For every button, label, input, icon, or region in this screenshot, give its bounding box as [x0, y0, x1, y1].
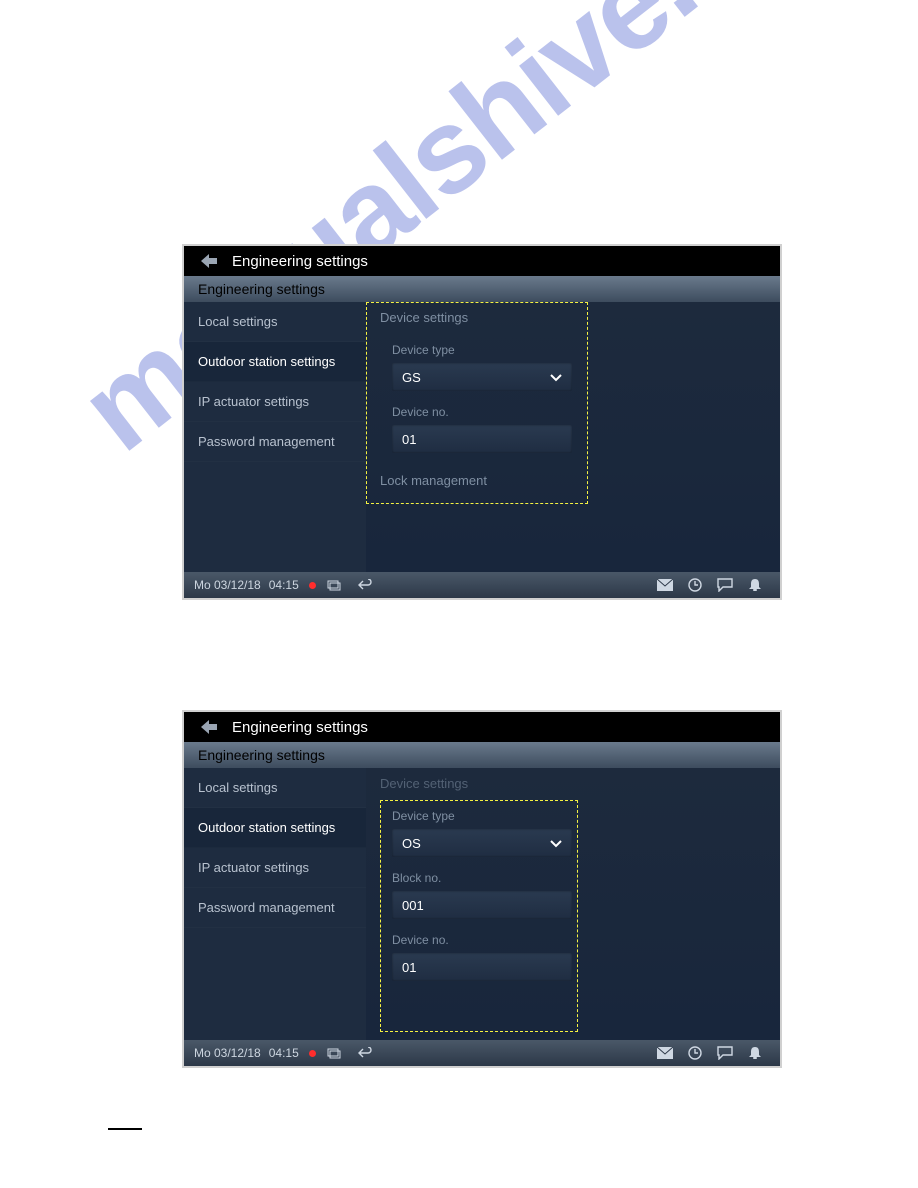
sidebar-item-outdoor-station-settings[interactable]: Outdoor station settings — [184, 342, 366, 382]
mail-icon[interactable] — [656, 578, 674, 592]
page-footer-rule — [108, 1128, 142, 1130]
chevron-down-icon — [550, 370, 562, 385]
mail-icon[interactable] — [656, 1046, 674, 1060]
screenshot-frame-1: Engineering settings Engineering setting… — [182, 244, 782, 600]
block-no-value: 001 — [402, 898, 424, 913]
block-no-label: Block no. — [366, 857, 780, 891]
status-bar: Mo 03/12/18 04:15 — [184, 1040, 780, 1066]
device-no-label: Device no. — [366, 919, 780, 953]
screenshot-frame-2: Engineering settings Engineering setting… — [182, 710, 782, 1068]
block-no-input[interactable]: 001 — [392, 891, 572, 919]
return-icon — [356, 578, 374, 592]
footer-date: Mo 03/12/18 — [194, 1046, 261, 1060]
sidebar-item-password-management[interactable]: Password management — [184, 888, 366, 928]
device-no-value: 01 — [402, 960, 416, 975]
device-no-value: 01 — [402, 432, 416, 447]
device-no-label: Device no. — [366, 391, 780, 425]
chat-icon[interactable] — [716, 578, 734, 592]
breadcrumb-label: Engineering settings — [198, 281, 325, 297]
chat-icon[interactable] — [716, 1046, 734, 1060]
breadcrumb-bar: Engineering settings — [184, 742, 780, 768]
breadcrumb-label: Engineering settings — [198, 747, 325, 763]
back-icon[interactable] — [200, 718, 218, 736]
history-icon[interactable] — [686, 578, 704, 592]
breadcrumb-bar: Engineering settings — [184, 276, 780, 302]
settings-sidebar: Local settings Outdoor station settings … — [184, 302, 366, 572]
footer-date: Mo 03/12/18 — [194, 578, 261, 592]
device-type-select[interactable]: GS — [392, 363, 572, 391]
chevron-down-icon — [550, 836, 562, 851]
title-bar: Engineering settings — [184, 712, 780, 742]
device-type-label: Device type — [366, 795, 780, 829]
history-icon[interactable] — [686, 1046, 704, 1060]
sidebar-item-outdoor-station-settings[interactable]: Outdoor station settings — [184, 808, 366, 848]
record-indicator-icon — [309, 1050, 316, 1057]
sidebar-item-ip-actuator-settings[interactable]: IP actuator settings — [184, 382, 366, 422]
network-icon — [326, 1046, 344, 1060]
section-lock-management-label: Lock management — [366, 453, 780, 492]
back-icon[interactable] — [200, 252, 218, 270]
status-bar: Mo 03/12/18 04:15 — [184, 572, 780, 598]
footer-time: 04:15 — [269, 578, 299, 592]
return-icon — [356, 1046, 374, 1060]
content-pane: Device settings Device type OS Block no.… — [366, 768, 780, 1040]
footer-time: 04:15 — [269, 1046, 299, 1060]
network-icon — [326, 578, 344, 592]
device-no-input[interactable]: 01 — [392, 953, 572, 981]
device-type-label: Device type — [366, 329, 780, 363]
sidebar-item-local-settings[interactable]: Local settings — [184, 768, 366, 808]
content-pane: Device settings Device type GS Device no… — [366, 302, 780, 572]
record-indicator-icon — [309, 582, 316, 589]
device-type-value: OS — [402, 836, 421, 851]
sidebar-item-local-settings[interactable]: Local settings — [184, 302, 366, 342]
bell-icon[interactable] — [746, 1046, 764, 1060]
page-title: Engineering settings — [232, 719, 368, 736]
device-no-input[interactable]: 01 — [392, 425, 572, 453]
device-type-value: GS — [402, 370, 421, 385]
bell-icon[interactable] — [746, 578, 764, 592]
sidebar-item-password-management[interactable]: Password management — [184, 422, 366, 462]
section-device-settings-label: Device settings — [366, 768, 780, 795]
section-device-settings-label: Device settings — [366, 302, 780, 329]
settings-sidebar: Local settings Outdoor station settings … — [184, 768, 366, 1040]
page-title: Engineering settings — [232, 253, 368, 270]
device-type-select[interactable]: OS — [392, 829, 572, 857]
sidebar-item-ip-actuator-settings[interactable]: IP actuator settings — [184, 848, 366, 888]
title-bar: Engineering settings — [184, 246, 780, 276]
